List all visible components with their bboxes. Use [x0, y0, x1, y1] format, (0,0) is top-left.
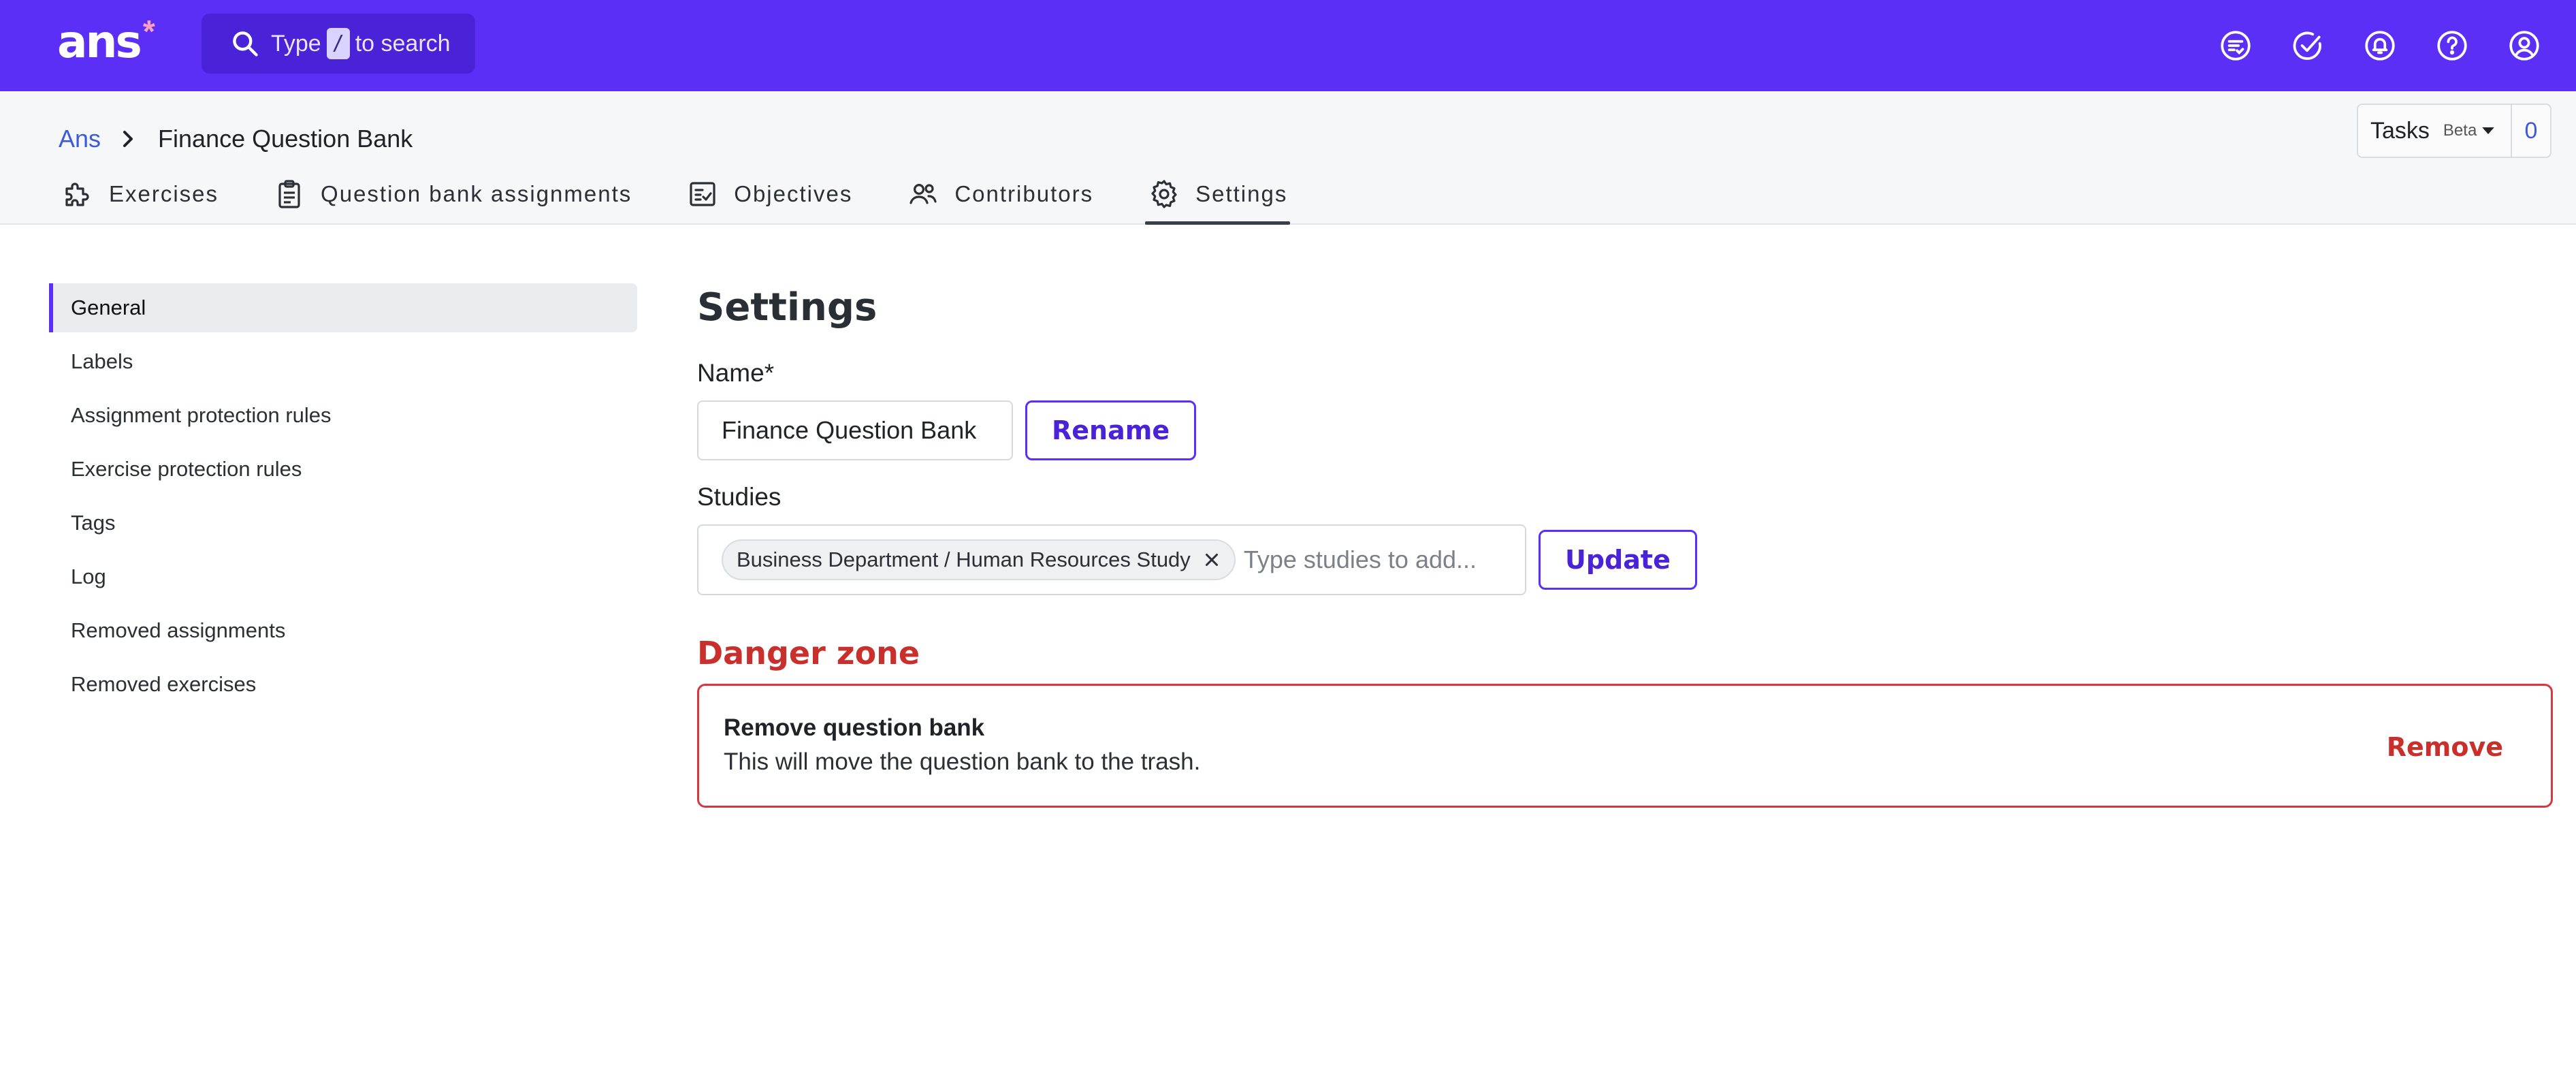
tab-bar: Exercises Question bank assignments Obje… [59, 163, 1339, 225]
close-icon[interactable] [1202, 550, 1222, 570]
study-chip-label: Business Department / Human Resources St… [737, 548, 1191, 571]
name-label: Name* [697, 359, 775, 387]
logo-text: ans [57, 16, 142, 68]
check-circle-icon[interactable] [2287, 25, 2328, 66]
tab-settings[interactable]: Settings [1145, 163, 1291, 225]
settings-main: Settings Name* Rename Studies Business D… [697, 279, 2553, 808]
tab-question-bank-assignments[interactable]: Question bank assignments [270, 163, 634, 225]
tab-label: Contributors [954, 181, 1094, 206]
remove-bank-heading: Remove question bank [724, 714, 985, 741]
sub-header: Ans Finance Question Bank Exercises Ques… [0, 91, 2576, 225]
breadcrumb: Ans Finance Question Bank [59, 118, 413, 159]
beta-badge: Beta [2443, 121, 2477, 140]
sidebar-item-tags[interactable]: Tags [49, 499, 637, 548]
page-title: Settings [697, 285, 878, 330]
logo-star: * [142, 14, 155, 49]
update-button[interactable]: Update [1539, 530, 1697, 590]
tab-objectives[interactable]: Objectives [683, 163, 855, 225]
clipboard-icon [278, 180, 300, 208]
danger-zone-box: Remove question bank This will move the … [697, 684, 2553, 808]
top-bar: ans * Type / to search [0, 0, 2576, 91]
tab-contributors[interactable]: Contributors [904, 163, 1096, 225]
tab-label: Settings [1195, 181, 1288, 206]
tab-exercises[interactable]: Exercises [59, 163, 221, 225]
studies-row: Business Department / Human Resources St… [697, 524, 2553, 595]
top-icons [2215, 25, 2545, 66]
search-suffix: to search [355, 30, 451, 57]
search-box[interactable]: Type / to search [202, 14, 475, 74]
sidebar-item-removed-exercises[interactable]: Removed exercises [49, 660, 637, 709]
remove-bank-description: This will move the question bank to the … [724, 748, 1201, 775]
bell-icon[interactable] [2360, 25, 2400, 66]
name-row: Rename [697, 400, 2553, 460]
sidebar-item-labels[interactable]: Labels [49, 337, 637, 386]
sidebar-item-general[interactable]: General [49, 283, 637, 332]
tab-label: Exercises [109, 181, 219, 206]
studies-input[interactable] [1243, 546, 1516, 574]
remove-button[interactable]: Remove [2387, 727, 2503, 768]
sidebar-item-log[interactable]: Log [49, 552, 637, 601]
task-list-icon[interactable] [2215, 25, 2256, 66]
settings-sidebar: General Labels Assignment protection rul… [49, 283, 637, 714]
rename-button[interactable]: Rename [1025, 400, 1197, 460]
breadcrumb-root-link[interactable]: Ans [59, 125, 101, 153]
search-icon [233, 31, 258, 57]
sidebar-item-exercise-protection-rules[interactable]: Exercise protection rules [49, 445, 637, 494]
caret-down-icon [2482, 127, 2494, 134]
breadcrumb-current: Finance Question Bank [158, 125, 413, 153]
tasks-dropdown[interactable]: Tasks Beta [2358, 105, 2511, 157]
name-input[interactable] [697, 400, 1013, 460]
tasks-widget: Tasks Beta 0 [2357, 104, 2551, 158]
tasks-label: Tasks [2370, 117, 2430, 144]
tasks-count[interactable]: 0 [2511, 105, 2550, 157]
tab-label: Objectives [734, 181, 853, 206]
sidebar-item-removed-assignments[interactable]: Removed assignments [49, 606, 637, 655]
chevron-right-icon [123, 131, 133, 147]
search-shortcut-key: / [326, 28, 350, 59]
tab-label: Question bank assignments [321, 181, 632, 206]
study-chip: Business Department / Human Resources St… [722, 539, 1236, 580]
logo[interactable]: ans * [57, 15, 155, 69]
checklist-icon [690, 182, 715, 206]
danger-zone-title: Danger zone [697, 635, 920, 671]
people-icon [909, 184, 937, 204]
sidebar-item-assignment-protection-rules[interactable]: Assignment protection rules [49, 391, 637, 440]
account-icon[interactable] [2504, 25, 2545, 66]
studies-field[interactable]: Business Department / Human Resources St… [697, 524, 1526, 595]
studies-label: Studies [697, 483, 782, 511]
gear-icon [1151, 180, 1177, 208]
search-prefix: Type [271, 30, 321, 57]
puzzle-icon [65, 183, 89, 206]
help-icon[interactable] [2432, 25, 2473, 66]
